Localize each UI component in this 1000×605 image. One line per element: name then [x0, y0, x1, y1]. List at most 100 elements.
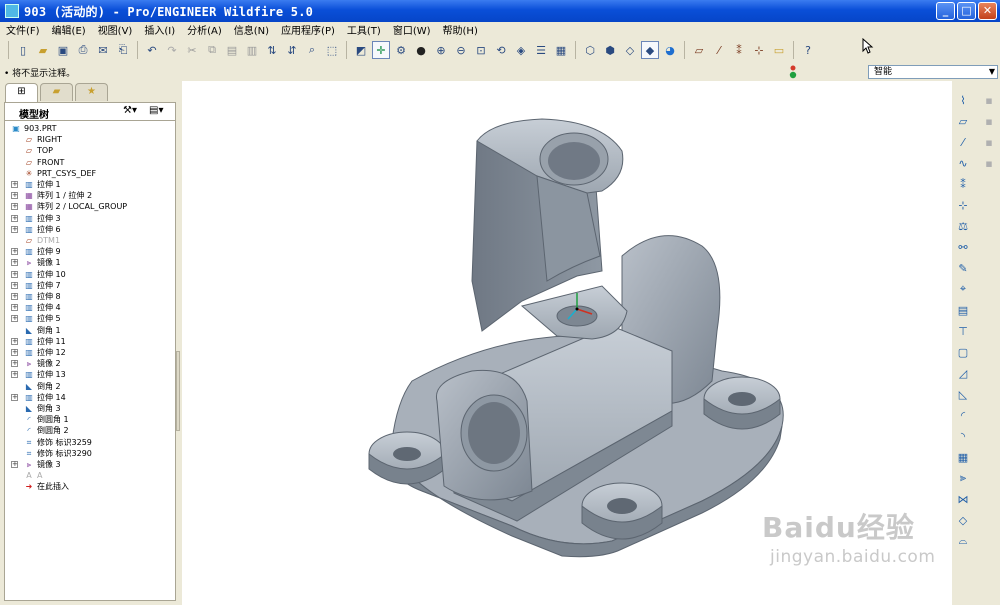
- chamfer-icon[interactable]: ◝: [954, 427, 972, 445]
- expand-icon[interactable]: +: [11, 371, 18, 379]
- annotations-icon[interactable]: ▭: [770, 41, 788, 59]
- expand-icon[interactable]: +: [11, 349, 18, 356]
- mirror-icon[interactable]: ⫸: [954, 469, 972, 487]
- expand-icon[interactable]: +: [11, 360, 18, 368]
- wireframe-icon[interactable]: ⬡: [581, 41, 599, 59]
- layers-icon[interactable]: ☰: [532, 41, 550, 59]
- saved-views-icon[interactable]: ◈: [512, 41, 530, 59]
- regenerate-manager-icon[interactable]: ⇵: [283, 41, 301, 59]
- selection-filter-select[interactable]: 智能 ▼: [868, 65, 998, 79]
- tab-folder-browser[interactable]: ▰: [40, 83, 73, 101]
- expand-icon[interactable]: +: [11, 461, 18, 468]
- new-icon[interactable]: ▯: [14, 41, 32, 59]
- menu-analysis[interactable]: 分析(A): [181, 22, 228, 37]
- menu-window[interactable]: 窗口(W): [387, 22, 437, 37]
- spin-center-icon[interactable]: ✛: [372, 41, 390, 59]
- regenerate-icon[interactable]: ⇅: [263, 41, 281, 59]
- offset-icon[interactable]: ▪: [980, 112, 998, 130]
- menu-applications[interactable]: 应用程序(P): [275, 22, 341, 37]
- menu-view[interactable]: 视图(V): [92, 22, 139, 37]
- datum-axes-icon[interactable]: ⁄: [710, 41, 728, 59]
- whats-this-icon[interactable]: ?: [799, 41, 817, 59]
- csys-icon[interactable]: ⊹: [750, 41, 768, 59]
- datum-axis-icon[interactable]: ⁄: [954, 133, 972, 151]
- expand-icon[interactable]: +: [11, 281, 18, 289]
- tree-settings-icon[interactable]: ⚒▾: [123, 105, 137, 116]
- undo-icon[interactable]: ↶: [143, 41, 161, 59]
- menu-info[interactable]: 信息(N): [228, 22, 275, 37]
- datum-planes-icon[interactable]: ▱: [690, 41, 708, 59]
- display-style-icon[interactable]: ●: [412, 41, 430, 59]
- email-icon[interactable]: ✉: [94, 41, 112, 59]
- expand-icon[interactable]: +: [11, 304, 18, 312]
- datum-point-icon[interactable]: ⁑: [954, 175, 972, 193]
- sketched-datum-curve-icon[interactable]: ⌇: [954, 91, 972, 109]
- datum-csys-icon[interactable]: ⊹: [954, 196, 972, 214]
- redo-icon[interactable]: ↷: [163, 41, 181, 59]
- link-icon[interactable]: ⚯: [954, 238, 972, 256]
- datum-curve-icon[interactable]: ∿: [954, 154, 972, 172]
- extend-icon[interactable]: ▪: [980, 91, 998, 109]
- boundary-blend-icon[interactable]: ⌓: [954, 532, 972, 550]
- expand-icon[interactable]: +: [11, 181, 18, 188]
- datum-table-icon[interactable]: ▤: [954, 301, 972, 319]
- thicken-icon[interactable]: ▪: [980, 133, 998, 151]
- merge-icon[interactable]: ⋈: [954, 490, 972, 508]
- trim-icon[interactable]: ◇: [954, 511, 972, 529]
- pattern-icon[interactable]: ▦: [954, 448, 972, 466]
- reorient-icon[interactable]: ⟲: [492, 41, 510, 59]
- expand-icon[interactable]: +: [11, 393, 18, 401]
- expand-icon[interactable]: +: [11, 203, 18, 211]
- expand-icon[interactable]: +: [11, 337, 18, 345]
- draft-icon[interactable]: ◺: [954, 385, 972, 403]
- style-icon[interactable]: ⌖: [954, 280, 972, 298]
- repaint-icon[interactable]: ◩: [352, 41, 370, 59]
- paste-special-icon[interactable]: ▥: [243, 41, 261, 59]
- view-manager-icon[interactable]: ▦: [552, 41, 570, 59]
- solidify-icon[interactable]: ▪: [980, 154, 998, 172]
- open-icon[interactable]: ▰: [34, 41, 52, 59]
- analysis-feature-icon[interactable]: ⚖: [954, 217, 972, 235]
- sketch-icon[interactable]: ✎: [954, 259, 972, 277]
- panel-sash[interactable]: [176, 351, 180, 431]
- print-preview-icon[interactable]: ⎗: [114, 41, 132, 59]
- save-icon[interactable]: ▣: [54, 41, 72, 59]
- menu-help[interactable]: 帮助(H): [437, 22, 484, 37]
- shading-icon[interactable]: ◆: [641, 41, 659, 59]
- tab-model-tree[interactable]: ⊞: [5, 83, 38, 102]
- expand-icon[interactable]: +: [11, 293, 18, 300]
- zoom-in-icon[interactable]: ⊕: [432, 41, 450, 59]
- graphics-window[interactable]: Baidu经验 jingyan.baidu.com: [182, 81, 952, 605]
- datum-plane-icon[interactable]: ▱: [954, 112, 972, 130]
- print-icon[interactable]: ⎙: [74, 41, 92, 59]
- expand-icon[interactable]: +: [11, 259, 18, 267]
- menu-edit[interactable]: 编辑(E): [46, 22, 92, 37]
- select-box-icon[interactable]: ⬚: [323, 41, 341, 59]
- tab-favorites[interactable]: ★: [75, 83, 108, 101]
- minimize-button[interactable]: _: [936, 2, 955, 20]
- cut-icon[interactable]: ✂: [183, 41, 201, 59]
- round-icon[interactable]: ◜: [954, 406, 972, 424]
- menu-file[interactable]: 文件(F): [0, 22, 46, 37]
- hole-icon[interactable]: ⊤: [954, 322, 972, 340]
- no-hidden-icon[interactable]: ◇: [621, 41, 639, 59]
- menu-tools[interactable]: 工具(T): [341, 22, 387, 37]
- find-icon[interactable]: ⌕: [303, 41, 321, 59]
- expand-icon[interactable]: +: [11, 315, 18, 323]
- expand-icon[interactable]: +: [11, 270, 18, 278]
- rib-icon[interactable]: ◿: [954, 364, 972, 382]
- expand-icon[interactable]: +: [11, 192, 18, 200]
- tree-display-icon[interactable]: ▤▾: [149, 105, 163, 116]
- zoom-fit-icon[interactable]: ⊡: [472, 41, 490, 59]
- datum-points-icon[interactable]: ⁑: [730, 41, 748, 59]
- enhanced-realism-icon[interactable]: ◕: [661, 41, 679, 59]
- menu-insert[interactable]: 插入(I): [138, 22, 181, 37]
- close-button[interactable]: ✕: [978, 2, 997, 20]
- zoom-out-icon[interactable]: ⊖: [452, 41, 470, 59]
- expand-icon[interactable]: +: [11, 214, 18, 222]
- shell-icon[interactable]: ▢: [954, 343, 972, 361]
- hidden-line-icon[interactable]: ⬢: [601, 41, 619, 59]
- expand-icon[interactable]: +: [11, 248, 18, 256]
- copy-icon[interactable]: ⧉: [203, 41, 221, 59]
- maximize-button[interactable]: □: [957, 2, 976, 20]
